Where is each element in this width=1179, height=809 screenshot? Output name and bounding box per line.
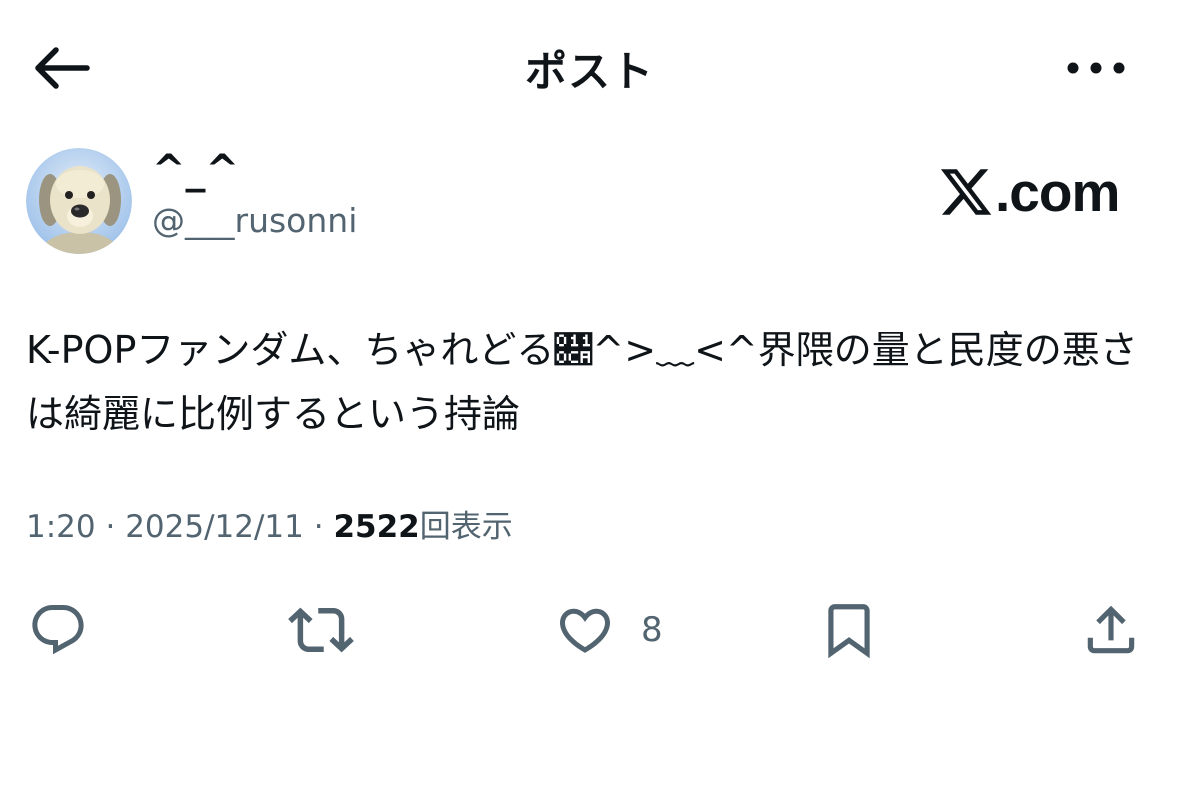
views-count[interactable]: 2522 [333, 509, 419, 545]
like-count: 8 [641, 610, 663, 650]
meta-separator: · [303, 509, 334, 545]
page-title: ポスト [524, 47, 654, 96]
dog-avatar [26, 148, 132, 254]
action-bar: 8 [0, 590, 1179, 670]
x-com-watermark: .com [938, 162, 1138, 222]
x-logo-icon [940, 169, 992, 215]
top-bar: ポスト [0, 0, 1179, 135]
post-date[interactable]: 2025/12/11 [125, 509, 304, 545]
bookmark-icon [828, 604, 870, 659]
bookmark-button[interactable] [818, 590, 880, 670]
more-options-button[interactable] [1060, 44, 1132, 92]
repost-button[interactable] [288, 590, 354, 670]
heart-icon [559, 608, 611, 653]
avatar[interactable] [26, 148, 132, 254]
like-button[interactable]: 8 [555, 590, 663, 670]
ellipsis-icon [1067, 62, 1125, 74]
share-button[interactable] [1080, 590, 1142, 670]
post-meta: 1:20 · 2025/12/11 · 2522回表示 [26, 512, 513, 543]
author-display-name[interactable]: ^_^ [152, 150, 239, 190]
post-time[interactable]: 1:20 [26, 509, 96, 545]
repost-icon [288, 607, 354, 653]
watermark-text: .com [995, 160, 1120, 223]
reply-button[interactable] [28, 590, 88, 670]
post-text: K-POPファンダム、ちゃれどる𑃊^>﹏<^界隈の量と民度の悪さは綺麗に比例する… [26, 328, 1138, 436]
share-icon [1087, 605, 1135, 654]
views-label[interactable]: 回表示 [420, 509, 513, 545]
reply-icon [32, 605, 84, 655]
author-handle[interactable]: @___rusonni [152, 204, 357, 237]
meta-separator: · [95, 509, 126, 545]
